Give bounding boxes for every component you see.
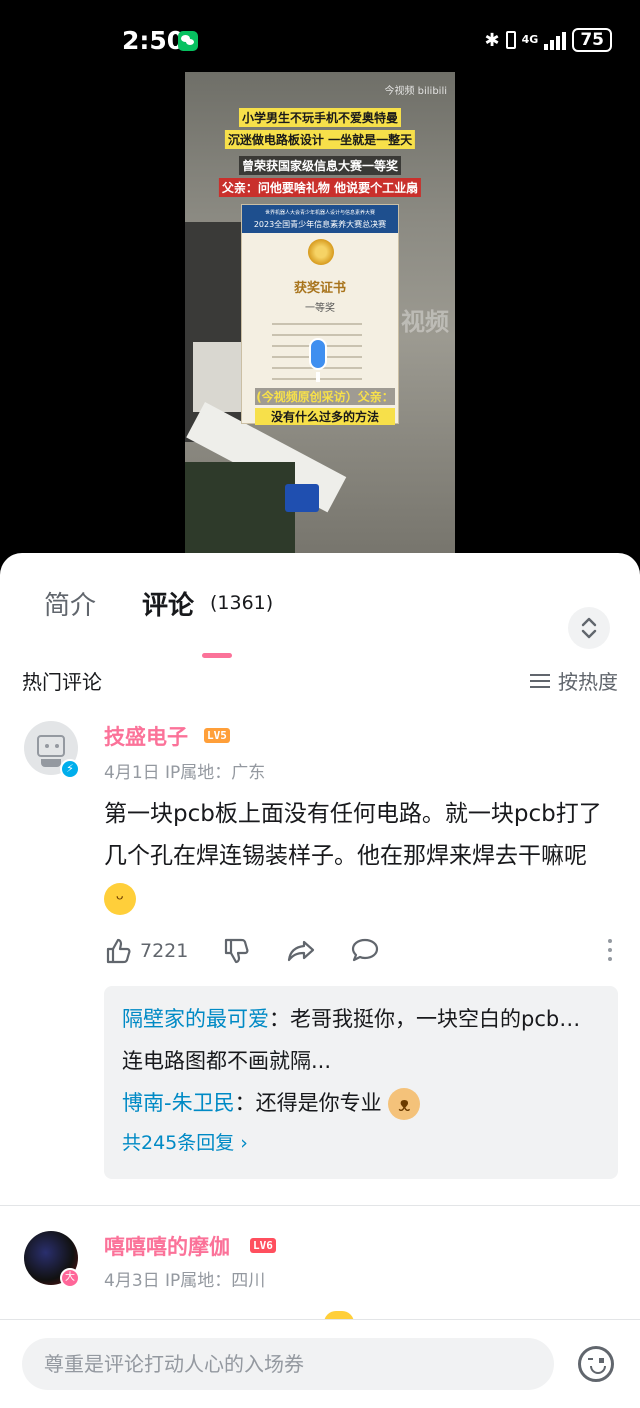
reply-text: ：老哥我挺你，一块空白的pcb板有锤子用 [269, 1007, 600, 1031]
certificate-award: 一等奖 [305, 303, 335, 314]
comment-divider [0, 1205, 640, 1206]
comment-meta: 4月3日 IP属地：四川 [104, 1271, 266, 1291]
hot-comments-title: 热门评论 [22, 670, 102, 694]
view-all-replies-link[interactable]: 共245条回复 › [122, 1124, 600, 1162]
certificate-header-line2: 2023全国青少年信息素养大赛总决赛 [253, 220, 387, 229]
certificate-title: 获奖证书 [293, 281, 346, 296]
signal-icon [544, 30, 567, 50]
comment-username[interactable]: 技盛电子 [104, 721, 188, 751]
video-bottom-caption-2: 没有什么过多的方法 [255, 408, 395, 425]
thumbs-up-icon [106, 938, 131, 964]
video-scene-box [193, 342, 248, 412]
tab-comments[interactable]: 评论 [142, 585, 194, 622]
reply-button[interactable] [350, 937, 380, 965]
grin-emoji-icon: ᵕ [104, 882, 136, 915]
chevron-up-down-icon [581, 617, 597, 639]
video-caption-4: 父亲：问他要啥礼物 他说要个工业扇 [218, 178, 422, 197]
video-caption-3: 曾荣获国家级信息大赛一等奖 [238, 156, 402, 175]
reply-text: ：还得是你专业 [234, 1091, 382, 1115]
video-caption-1: 小学男生不玩手机不爱奥特曼 [238, 108, 402, 127]
bluetooth-icon: ✱ [484, 29, 500, 51]
battery-indicator: 75 [572, 28, 612, 52]
sort-icon [530, 673, 550, 688]
comment-actions: 7221 [104, 937, 620, 967]
default-avatar-icon [37, 735, 65, 767]
reply-username[interactable]: 博南-朱卫民 [122, 1091, 235, 1115]
status-bar: 2:50 ✱ 4G 75 [0, 0, 640, 80]
video-bottom-caption-1: (今视频原创采访）父亲： [255, 388, 395, 405]
like-button[interactable]: 7221 [104, 937, 188, 965]
share-button[interactable] [286, 937, 316, 965]
video-player[interactable]: 今视频 bilibili 视频 小学男生不玩手机不爱奥特曼 沉迷做电路板设计 一… [185, 72, 455, 554]
level-badge: LV6 [250, 1238, 276, 1253]
comment-input-bar [0, 1319, 640, 1408]
comment-meta: 4月1日 IP属地：广东 [104, 763, 266, 783]
vip-badge-icon: 大 [60, 1268, 80, 1288]
status-time: 2:50 [122, 26, 185, 55]
more-options-icon[interactable] [608, 939, 612, 963]
video-watermark-overlay: 视频 [401, 308, 449, 336]
dislike-button[interactable] [222, 937, 250, 965]
tab-bar: 简介 评论 (1361) [0, 577, 640, 658]
sort-button[interactable]: 按热度 [530, 666, 618, 695]
share-icon [287, 940, 315, 962]
comment-username[interactable]: 嘻嘻嘻的摩伽 [104, 1231, 230, 1261]
system-icons: ✱ 4G 75 [485, 28, 612, 52]
vibrate-icon [505, 31, 516, 49]
level-badge: LV5 [204, 728, 230, 743]
thumbs-down-icon [224, 938, 249, 964]
like-count: 7221 [140, 940, 189, 962]
verified-badge-icon: ⚡ [60, 759, 80, 779]
microphone-icon [309, 338, 327, 370]
reply-preview-box[interactable]: 隔壁家的最可爱：老哥我挺你，一块空白的pcb板有锤子用 ᵔ 连电路图都不画就隔.… [104, 986, 618, 1179]
doge-emoji-icon: ᴥ [388, 1088, 421, 1120]
certificate-header-line1: 世界机器人大会青少年机器人设计与信息素养大赛 [264, 210, 375, 216]
medal-icon [308, 239, 334, 265]
certificate-header: 世界机器人大会青少年机器人设计与信息素养大赛 2023全国青少年信息素养大赛总决… [242, 205, 398, 233]
video-caption-2: 沉迷做电路板设计 一坐就是一整天 [224, 130, 416, 149]
expand-button[interactable] [568, 607, 610, 649]
comment-count: (1361) [210, 592, 274, 614]
emoji-icon[interactable] [578, 1346, 614, 1382]
reply-item: 博南-朱卫民：还得是你专业 ᴥ [122, 1082, 600, 1124]
reply-item: 隔壁家的最可爱：老哥我挺你，一块空白的pcb板有锤子用 ᵔ [122, 998, 600, 1040]
network-type: 4G [521, 33, 539, 46]
comment-input[interactable] [22, 1338, 554, 1390]
tab-intro[interactable]: 简介 [44, 585, 96, 622]
reply-text-continued: 连电路图都不画就隔... [122, 1049, 332, 1073]
comment-bubble-icon [351, 938, 379, 962]
comments-sheet: 简介 评论 (1361) 热门评论 按热度 ⚡ 技盛电子 LV5 4月1日 IP… [0, 553, 640, 1408]
comment-text-content: 第一块pcb板上面没有任何电路。就一块pcb打了几个孔在焊连锡装样子。他在那焊来… [104, 801, 602, 869]
video-scene-board [185, 462, 295, 554]
reply-username[interactable]: 隔壁家的最可爱 [122, 1007, 269, 1031]
microphone-stand [316, 372, 320, 382]
sort-label: 按热度 [558, 670, 618, 694]
video-scene-device [285, 484, 319, 512]
comment-text: 第一块pcb板上面没有任何电路。就一块pcb打了几个孔在焊连锡装样子。他在那焊来… [104, 793, 614, 919]
wechat-notification-icon [178, 31, 198, 51]
video-watermark: 今视频 bilibili [384, 86, 447, 97]
reply-item-continued: 连电路图都不画就隔... [122, 1040, 600, 1082]
tab-active-indicator [202, 653, 232, 658]
